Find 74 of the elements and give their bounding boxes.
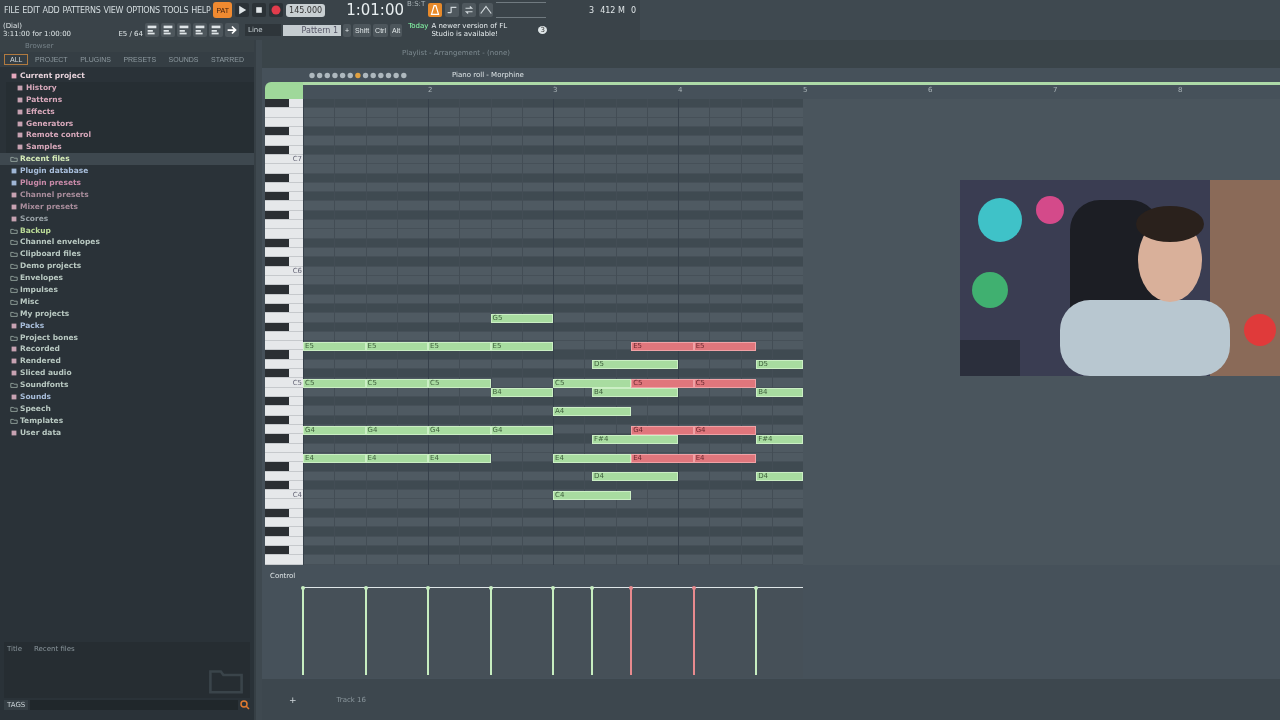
piano-key[interactable] xyxy=(265,285,303,295)
piano-roll-icon[interactable] xyxy=(177,23,191,37)
piano-key[interactable] xyxy=(265,173,303,183)
playlist-icon[interactable] xyxy=(145,23,159,37)
piano-key[interactable] xyxy=(265,192,303,202)
piano-key[interactable] xyxy=(265,415,303,425)
piano-key[interactable] xyxy=(265,99,303,109)
item-icon xyxy=(10,321,18,330)
folder-icon xyxy=(10,333,18,342)
velocity-bar[interactable] xyxy=(589,585,596,675)
velocity-bar[interactable] xyxy=(690,585,697,675)
piano-key[interactable] xyxy=(265,369,303,379)
piano-key[interactable] xyxy=(265,359,303,370)
piano-key[interactable] xyxy=(265,546,303,556)
item-icon xyxy=(10,428,18,437)
menu-item[interactable]: TOOLS xyxy=(162,5,189,15)
folder-icon xyxy=(10,155,18,164)
menu-item[interactable]: PATTERNS xyxy=(62,5,101,15)
folder-icon xyxy=(208,668,244,694)
tempo-display[interactable]: 145.000 xyxy=(286,3,326,17)
metronome-icon[interactable] xyxy=(428,3,443,17)
browser-icon[interactable] xyxy=(193,23,207,37)
menu-item[interactable]: EDIT xyxy=(22,5,40,15)
piano-key[interactable] xyxy=(265,275,303,286)
velocity-bar[interactable] xyxy=(628,585,635,675)
piano-key[interactable] xyxy=(265,508,303,519)
add-button[interactable]: + xyxy=(289,694,297,705)
time-display: 1:01:00 xyxy=(346,1,404,19)
velocity-bar[interactable] xyxy=(362,585,369,675)
velocity-bar[interactable] xyxy=(487,585,494,675)
play-icon[interactable] xyxy=(235,3,250,17)
piano-key[interactable] xyxy=(265,518,303,528)
item-icon xyxy=(10,393,18,401)
mixer-icon[interactable] xyxy=(209,23,223,37)
piano-key[interactable] xyxy=(265,303,303,314)
menu-item[interactable]: VIEW xyxy=(103,5,124,15)
voice-count: 3 xyxy=(589,5,595,15)
piano-key[interactable] xyxy=(265,210,303,221)
memory-readout: 412 M xyxy=(600,5,625,15)
piano-key[interactable] xyxy=(265,341,303,351)
menu-item[interactable]: OPTIONS xyxy=(126,5,160,15)
velocity-bar[interactable] xyxy=(753,585,760,675)
piano-key[interactable] xyxy=(265,126,303,137)
piano-key[interactable] xyxy=(265,322,303,332)
menu-item[interactable]: ADD xyxy=(42,5,60,15)
piano-key[interactable] xyxy=(265,182,303,193)
piano-key[interactable] xyxy=(265,248,303,258)
piano-key[interactable] xyxy=(265,350,303,360)
piano-key[interactable] xyxy=(265,397,303,407)
menu-item[interactable]: HELP xyxy=(191,5,211,15)
velocity-bar[interactable] xyxy=(425,585,431,675)
piano-key[interactable] xyxy=(265,452,303,463)
piano-key[interactable] xyxy=(265,434,303,444)
wait-icon[interactable] xyxy=(479,3,494,17)
folder-icon xyxy=(10,381,18,390)
piano-key[interactable] xyxy=(265,462,303,472)
piano-key[interactable] xyxy=(265,480,303,491)
waveform-monitor xyxy=(496,2,547,18)
arrow-icon[interactable] xyxy=(225,23,239,37)
menu-item[interactable]: FILE xyxy=(4,5,20,15)
channel-rack-icon[interactable] xyxy=(161,23,175,37)
piano-key[interactable] xyxy=(265,257,303,267)
velocity-bar[interactable] xyxy=(550,585,556,675)
stop-icon[interactable] xyxy=(252,3,267,17)
search-icon[interactable] xyxy=(240,700,250,710)
pattern-selector[interactable]: Pattern 1 xyxy=(283,24,341,36)
piano-key[interactable] xyxy=(265,145,303,155)
cpu-readout: 0 xyxy=(630,5,636,15)
piano-key[interactable] xyxy=(265,424,303,435)
piano-key[interactable] xyxy=(265,238,303,248)
velocity-bar[interactable] xyxy=(300,585,306,675)
loop-icon[interactable] xyxy=(462,3,477,17)
piano-key[interactable] xyxy=(265,527,303,537)
step-icon[interactable] xyxy=(445,3,460,17)
